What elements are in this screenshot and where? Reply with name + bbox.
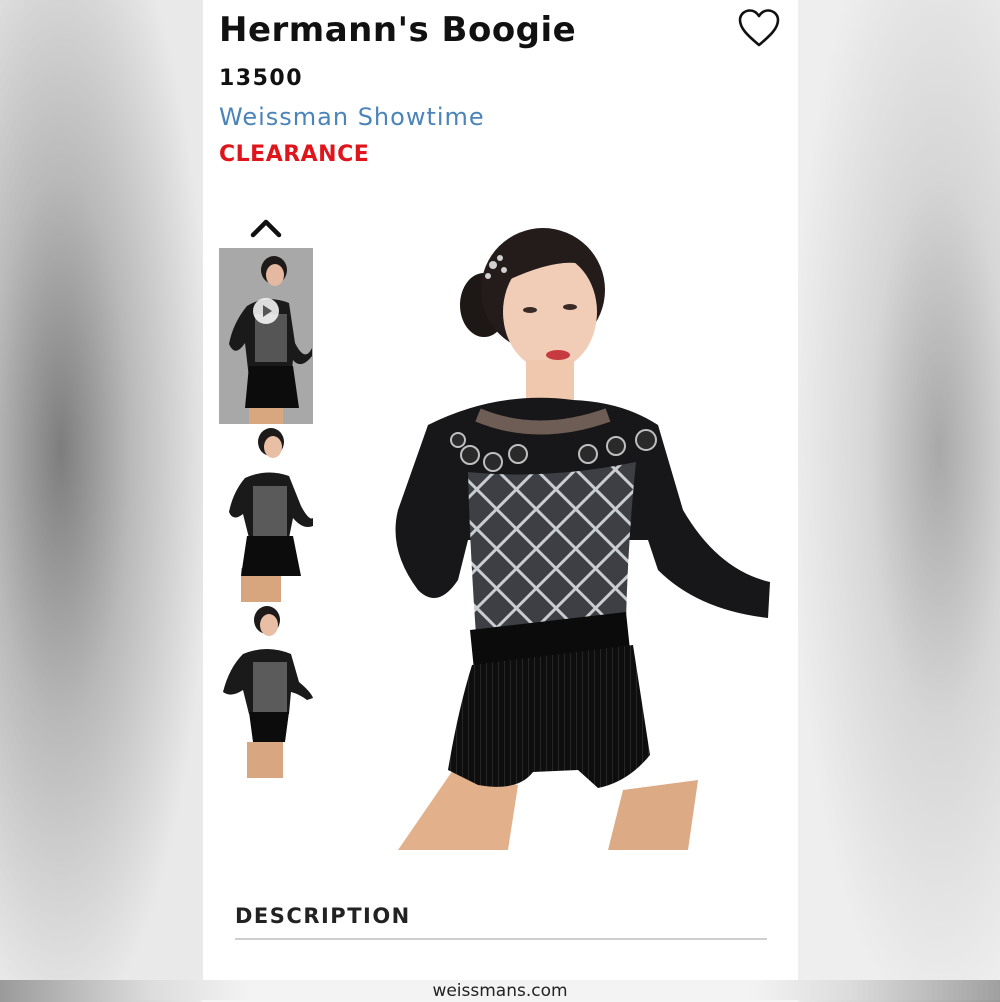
thumbnail-image <box>219 602 313 778</box>
play-icon[interactable] <box>252 297 280 325</box>
description-heading[interactable]: DESCRIPTION <box>235 904 411 928</box>
gallery-thumbnail[interactable] <box>219 426 313 602</box>
product-sku: 13500 <box>219 66 304 91</box>
blurred-background-right <box>798 0 1000 1000</box>
clearance-badge: CLEARANCE <box>219 142 370 167</box>
chevron-up-icon[interactable] <box>249 216 283 240</box>
thumbnail-image <box>219 426 313 602</box>
product-title: Hermann's Boogie <box>219 10 577 50</box>
thumbnail-image <box>219 248 313 424</box>
site-footer: weissmans.com <box>0 980 1000 1001</box>
heart-outline-icon[interactable] <box>737 8 781 48</box>
gallery-thumbnail[interactable] <box>219 602 313 778</box>
blurred-background-left <box>0 0 203 1000</box>
description-divider <box>235 938 767 940</box>
gallery-thumbnail-video[interactable] <box>219 248 313 424</box>
product-main-image[interactable] <box>358 210 778 860</box>
product-card: Hermann's Boogie 13500 Weissman Showtime… <box>203 0 798 980</box>
brand-link[interactable]: Weissman Showtime <box>219 103 485 131</box>
